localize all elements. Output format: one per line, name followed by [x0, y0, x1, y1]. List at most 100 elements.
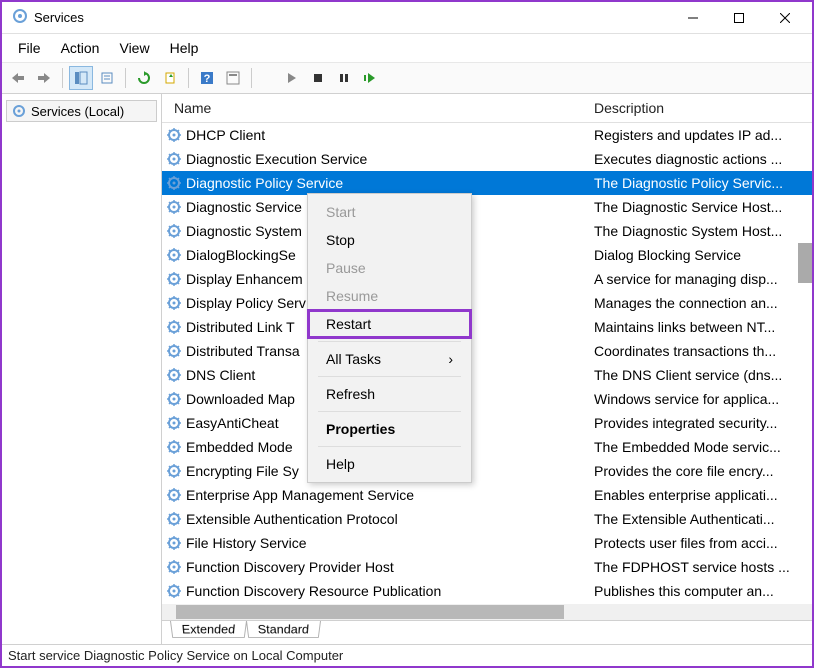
gear-icon — [166, 583, 182, 599]
close-button[interactable] — [762, 3, 808, 33]
cm-all-tasks[interactable]: All Tasks › — [308, 345, 471, 373]
service-name-cell: Extensible Authentication Protocol — [162, 511, 582, 527]
maximize-button[interactable] — [716, 3, 762, 33]
service-row[interactable]: DHCP ClientRegisters and updates IP ad..… — [162, 123, 812, 147]
export-list-button[interactable] — [95, 66, 119, 90]
service-row[interactable]: DialogBlockingSeDialog Blocking Service — [162, 243, 812, 267]
service-name-text: Display Enhancem — [186, 271, 303, 287]
gear-icon — [166, 175, 182, 191]
service-row[interactable]: Distributed Link TMaintains links betwee… — [162, 315, 812, 339]
column-header-name[interactable]: Name — [162, 94, 582, 122]
service-row[interactable]: Encrypting File SyProvides the core file… — [162, 459, 812, 483]
cm-stop[interactable]: Stop — [308, 226, 471, 254]
cm-restart[interactable]: Restart — [308, 310, 471, 338]
service-row[interactable]: Display Enhancem A service for managing d… — [162, 267, 812, 291]
back-button[interactable] — [6, 66, 30, 90]
tab-standard[interactable]: Standard — [246, 621, 321, 638]
service-name-text: Distributed Transa — [186, 343, 300, 359]
service-name-text: DNS Client — [186, 367, 255, 383]
horizontal-scrollbar[interactable] — [162, 604, 812, 620]
menu-help[interactable]: Help — [160, 36, 209, 60]
gear-icon — [166, 415, 182, 431]
restart-service-button[interactable] — [358, 66, 382, 90]
service-row[interactable]: EasyAntiCheatProvides integrated securit… — [162, 411, 812, 435]
start-service-button[interactable] — [280, 66, 304, 90]
console-tree-pane: Services (Local) — [2, 94, 162, 644]
service-name-text: Downloaded Map — [186, 391, 295, 407]
gear-icon — [166, 511, 182, 527]
service-row[interactable]: Downloaded Map Windows service for applic… — [162, 387, 812, 411]
service-desc-cell: Enables enterprise applicati... — [582, 487, 812, 503]
service-row[interactable]: Diagnostic ServiceThe Diagnostic Service… — [162, 195, 812, 219]
service-name-text: Function Discovery Resource Publication — [186, 583, 441, 599]
service-name-text: Encrypting File Sy — [186, 463, 299, 479]
service-desc-cell: Windows service for applica... — [582, 391, 812, 407]
gear-icon — [166, 559, 182, 575]
properties-button[interactable] — [221, 66, 245, 90]
service-desc-cell: Provides integrated security... — [582, 415, 812, 431]
column-header-row: Name Description — [162, 94, 812, 123]
service-row[interactable]: Embedded ModeThe Embedded Mode servic... — [162, 435, 812, 459]
service-name-cell: Function Discovery Provider Host — [162, 559, 582, 575]
menu-file[interactable]: File — [8, 36, 51, 60]
statusbar: Start service Diagnostic Policy Service … — [2, 644, 812, 666]
titlebar: Services — [2, 2, 812, 34]
service-desc-cell: Executes diagnostic actions ... — [582, 151, 812, 167]
forward-button[interactable] — [32, 66, 56, 90]
minimize-button[interactable] — [670, 3, 716, 33]
show-hide-tree-button[interactable] — [69, 66, 93, 90]
service-name-cell: Diagnostic Policy Service — [162, 175, 582, 191]
statusbar-text: Start service Diagnostic Policy Service … — [8, 648, 343, 663]
service-desc-cell: Manages the connection an... — [582, 295, 812, 311]
gear-icon — [166, 223, 182, 239]
export-button[interactable] — [158, 66, 182, 90]
service-desc-cell: The Extensible Authenticati... — [582, 511, 812, 527]
help-button[interactable]: ? — [195, 66, 219, 90]
service-row[interactable]: Function Discovery Resource PublicationP… — [162, 579, 812, 603]
horizontal-scrollbar-thumb[interactable] — [176, 605, 564, 619]
service-name-text: Distributed Link T — [186, 319, 295, 335]
vertical-scrollbar-thumb[interactable] — [798, 243, 812, 283]
service-row[interactable]: Diagnostic Execution ServiceExecutes dia… — [162, 147, 812, 171]
gear-icon — [166, 391, 182, 407]
cm-pause: Pause — [308, 254, 471, 282]
tree-node-label: Services (Local) — [31, 104, 124, 119]
tree-node-services-local[interactable]: Services (Local) — [6, 100, 157, 122]
gear-icon — [166, 463, 182, 479]
service-row[interactable]: Extensible Authentication ProtocolThe Ex… — [162, 507, 812, 531]
cm-help[interactable]: Help — [308, 450, 471, 478]
gear-icon — [166, 367, 182, 383]
service-desc-cell: The FDPHOST service hosts ... — [582, 559, 812, 575]
service-name-text: Display Policy Serv — [186, 295, 306, 311]
service-row[interactable]: DNS Client The DNS Client service (dns... — [162, 363, 812, 387]
menu-view[interactable]: View — [109, 36, 159, 60]
column-header-description[interactable]: Description — [582, 94, 812, 122]
service-row[interactable]: Enterprise App Management ServiceEnables… — [162, 483, 812, 507]
service-desc-cell: Protects user files from acci... — [582, 535, 812, 551]
service-row[interactable]: Function Discovery Provider Host The FDPH… — [162, 555, 812, 579]
service-desc-cell: A service for managing disp... — [582, 271, 812, 287]
service-name-text: Function Discovery Provider Host — [186, 559, 394, 575]
service-name-text: Diagnostic Service — [186, 199, 302, 215]
service-desc-cell: The DNS Client service (dns... — [582, 367, 812, 383]
gear-icon — [166, 271, 182, 287]
service-desc-cell: Dialog Blocking Service — [582, 247, 812, 263]
service-row[interactable]: Diagnostic SystemThe Diagnostic System H… — [162, 219, 812, 243]
gear-icon — [166, 295, 182, 311]
service-name-cell: File History Service — [162, 535, 582, 551]
service-row[interactable]: Display Policy Serv Manages the connectio… — [162, 291, 812, 315]
service-row[interactable]: Diagnostic Policy ServiceThe Diagnostic … — [162, 171, 812, 195]
service-name-text: Embedded Mode — [186, 439, 293, 455]
menu-action[interactable]: Action — [51, 36, 110, 60]
service-name-cell: Diagnostic Execution Service — [162, 151, 582, 167]
cm-properties[interactable]: Properties — [308, 415, 471, 443]
service-list[interactable]: DHCP ClientRegisters and updates IP ad..… — [162, 123, 812, 604]
service-row[interactable]: Distributed TransaCoordinates transactio… — [162, 339, 812, 363]
cm-refresh[interactable]: Refresh — [308, 380, 471, 408]
refresh-button[interactable] — [132, 66, 156, 90]
service-row[interactable]: File History ServiceProtects user files … — [162, 531, 812, 555]
chevron-right-icon: › — [448, 351, 453, 367]
stop-service-button[interactable] — [306, 66, 330, 90]
tab-extended[interactable]: Extended — [170, 621, 247, 638]
pause-service-button[interactable] — [332, 66, 356, 90]
